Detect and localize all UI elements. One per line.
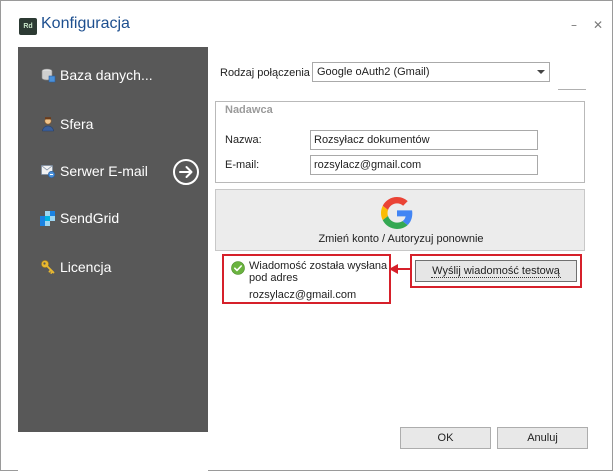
connection-type-value: Google oAuth2 (Gmail) (317, 66, 430, 78)
sidebar-item-sfera[interactable]: Sfera (18, 104, 208, 144)
ok-button[interactable]: OK (400, 427, 491, 449)
sidebar-item-email-server[interactable]: Serwer E-mail (18, 151, 208, 191)
sidebar-item-label: SendGrid (60, 210, 120, 226)
close-button[interactable]: ✕ (591, 17, 605, 33)
send-test-message-label: Wyślij wiadomość testową (431, 265, 561, 278)
sidebar-item-label: Baza danych... (60, 67, 153, 83)
sender-email-label: E-mail: (225, 159, 260, 171)
sender-group-title: Nadawca (225, 104, 277, 116)
sidebar-footer-gap (18, 432, 208, 471)
send-test-message-button[interactable]: Wyślij wiadomość testową (415, 260, 577, 282)
chevron-down-icon (537, 70, 545, 74)
minimize-button[interactable]: – (567, 17, 581, 33)
key-icon (40, 259, 56, 275)
window-title: Konfiguracja (41, 15, 130, 32)
sendgrid-icon (40, 210, 56, 226)
status-message-text: Wiadomość została wysłana pod adres (249, 260, 389, 284)
sidebar-item-license[interactable]: Licencja (18, 247, 208, 287)
google-g-icon (381, 197, 413, 229)
configuration-window: Rd Konfiguracja – ✕ Baza danych... Sfera… (0, 0, 613, 471)
status-message-line1: Wiadomość została wysłana (249, 260, 388, 272)
connection-type-label: Rodzaj połączenia (220, 67, 310, 79)
app-icon: Rd (19, 18, 37, 35)
google-reauthorize-label: Zmień konto / Autoryzuj ponownie (318, 233, 484, 245)
sidebar: Baza danych... Sfera Serwer E-mail SendG… (18, 47, 208, 432)
sidebar-item-label: Serwer E-mail (60, 163, 148, 179)
connection-type-select[interactable]: Google oAuth2 (Gmail) (312, 62, 550, 82)
sender-name-field[interactable]: Rozsyłacz dokumentów (310, 130, 538, 150)
sidebar-item-database[interactable]: Baza danych... (18, 55, 208, 95)
sender-name-label: Nazwa: (225, 134, 262, 146)
check-circle-icon (231, 261, 245, 275)
separator-line (558, 89, 586, 90)
sender-email-field[interactable]: rozsylacz@gmail.com (310, 155, 538, 175)
user-icon (40, 116, 56, 132)
sidebar-item-label: Sfera (60, 116, 94, 132)
sidebar-item-sendgrid[interactable]: SendGrid (18, 198, 208, 238)
sidebar-item-label: Licencja (60, 259, 112, 275)
google-reauthorize-button[interactable]: Zmień konto / Autoryzuj ponownie (215, 189, 585, 251)
status-email-address: rozsylacz@gmail.com (249, 289, 357, 301)
arrow-right-icon (173, 159, 199, 185)
title-bar: Rd Konfiguracja – ✕ (1, 1, 612, 51)
status-message-line2: pod adres (249, 272, 298, 284)
email-server-icon (40, 163, 56, 179)
database-icon (40, 67, 56, 83)
cancel-button[interactable]: Anuluj (497, 427, 588, 449)
status-message-box: Wiadomość została wysłana pod adres rozs… (222, 254, 391, 304)
